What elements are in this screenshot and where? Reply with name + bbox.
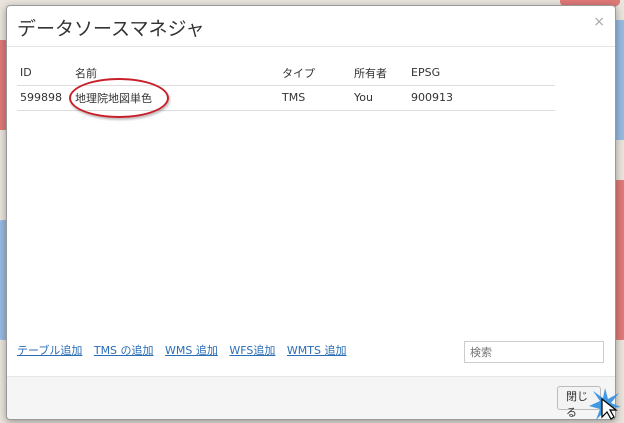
column-header-type[interactable]: タイプ [282,61,354,85]
add-wms-link[interactable]: WMS 追加 [165,344,218,357]
add-wmts-link[interactable]: WMTS 追加 [287,344,347,357]
dialog-footer: 閉じる [7,376,615,419]
add-source-links: テーブル追加 TMS の追加 WMS 追加 WFS追加 WMTS 追加 [17,342,354,358]
search-input[interactable] [464,341,604,363]
cell-type: TMS [282,91,306,104]
add-table-link[interactable]: テーブル追加 [17,344,82,357]
cell-epsg: 900913 [411,91,453,104]
dialog-title: データソースマネジャ [17,18,205,40]
data-source-manager-dialog: データソースマネジャ × ID 名前 タイプ 所有者 EPSG 599898 地… [6,5,616,420]
add-wfs-link[interactable]: WFS追加 [229,344,275,357]
column-header-epsg[interactable]: EPSG [411,61,555,85]
table-row[interactable]: 599898 地理院地図単色 TMS You 900913 [17,85,555,110]
table-header-row: ID 名前 タイプ 所有者 EPSG [17,61,555,85]
cell-id: 599898 [20,91,62,104]
cell-owner: You [354,91,373,104]
cell-name[interactable]: 地理院地図単色 [75,85,282,110]
column-header-name[interactable]: 名前 [75,61,282,85]
data-source-table: ID 名前 タイプ 所有者 EPSG 599898 地理院地図単色 TMS Yo… [17,61,555,111]
click-cursor-icon [589,388,621,420]
column-header-owner[interactable]: 所有者 [354,61,411,85]
column-header-id[interactable]: ID [17,61,75,85]
dialog-header: データソースマネジャ × [7,6,615,47]
add-tms-link[interactable]: TMS の追加 [94,344,154,357]
close-icon[interactable]: × [593,14,605,30]
